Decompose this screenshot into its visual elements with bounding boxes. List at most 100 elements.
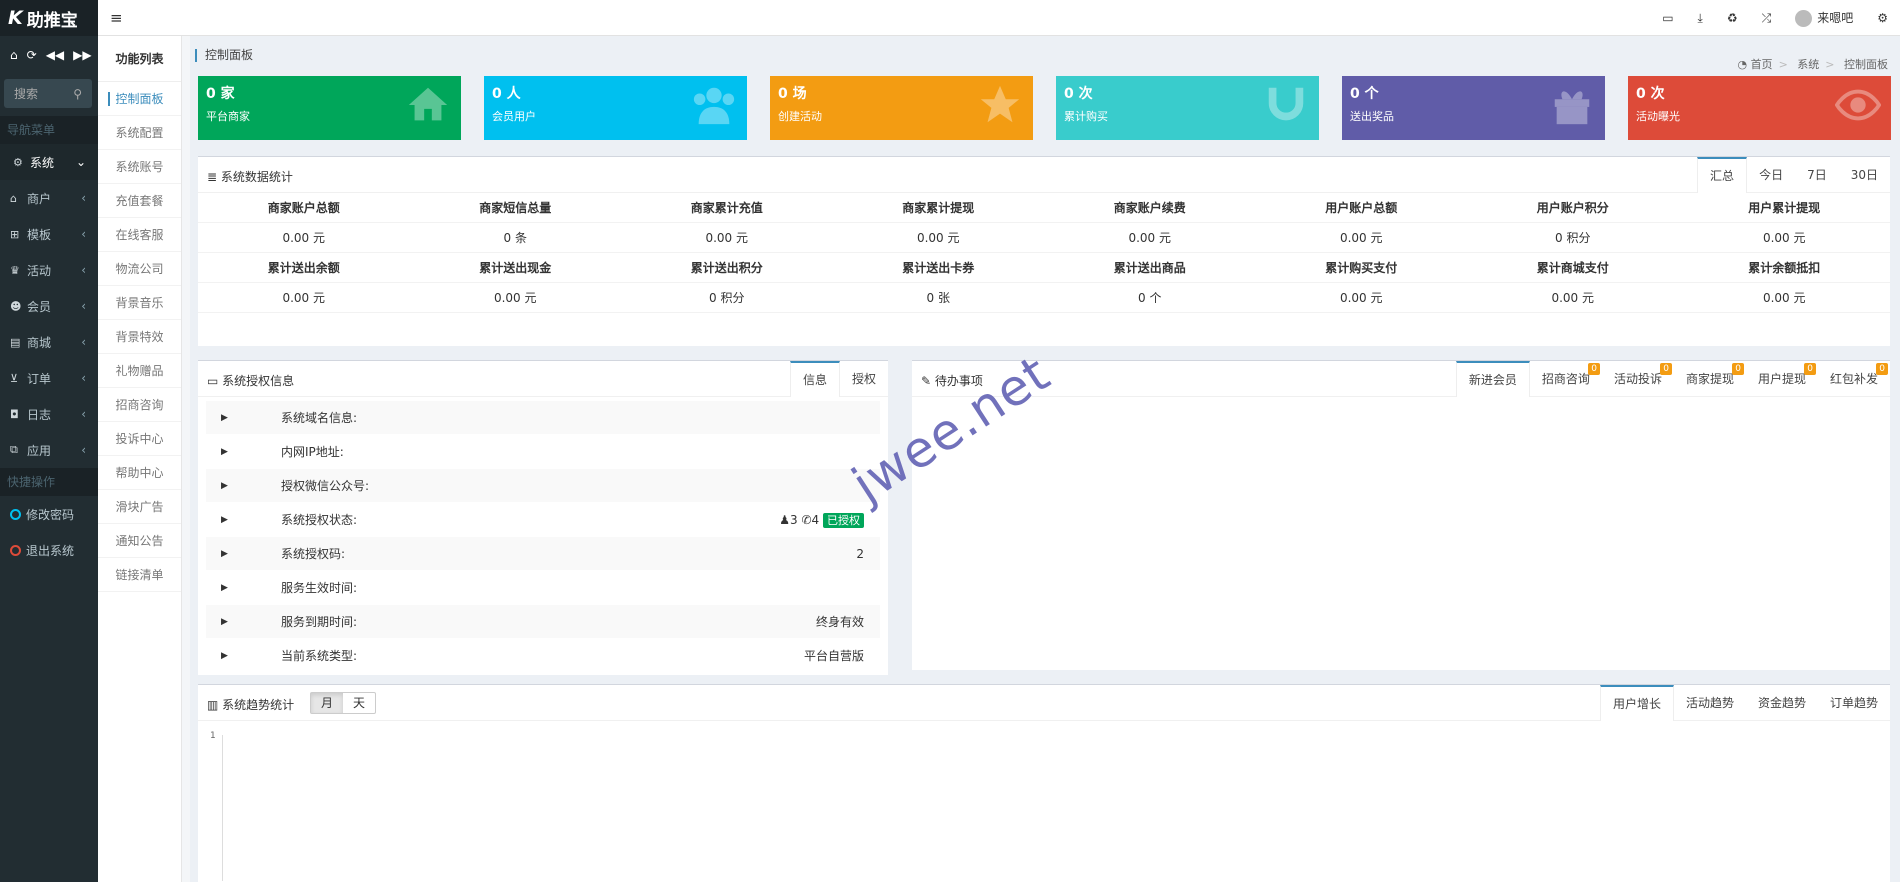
submenu-item[interactable]: 招商咨询 [98,388,181,422]
submenu-item[interactable]: 滑块广告 [98,490,181,524]
change-password-link[interactable]: 修改密码 [0,496,98,532]
caret-right-icon[interactable]: ▶ [221,617,228,627]
license-row[interactable]: ▶ 服务生效时间: [206,571,880,605]
sidebar-item-7[interactable]: ◘ 日志 ‹ [0,396,98,432]
todo-tab[interactable]: 活动投诉 0 [1602,361,1674,397]
stat-card[interactable]: 0 家平台商家 [198,76,461,140]
trend-tab[interactable]: 资金趋势 [1746,685,1818,721]
stat-card[interactable]: 0 次累计购买 [1056,76,1319,140]
card-label: 送出奖品 [1350,110,1394,123]
breadcrumb-system[interactable]: 系统 [1797,58,1819,71]
license-row[interactable]: ▶ 内网IP地址: [206,435,880,469]
stats-tab[interactable]: 今日 [1747,157,1795,193]
stats-tab[interactable]: 30日 [1839,157,1890,193]
sidebar-item-3[interactable]: ♛ 活动 ‹ [0,252,98,288]
sidebar-item-2[interactable]: ⊞ 模板 ‹ [0,216,98,252]
submenu-item[interactable]: 投诉中心 [98,422,181,456]
pencil-icon: ✎ [921,374,932,388]
sidebar-item-6[interactable]: ⊻ 订单 ‹ [0,360,98,396]
stats-tab[interactable]: 7日 [1795,157,1839,193]
submenu-item[interactable]: 系统配置 [98,116,181,150]
stat-card[interactable]: 0 个送出奖品 [1342,76,1605,140]
license-row[interactable]: ▶ 授权微信公众号: [206,469,880,503]
caret-right-icon[interactable]: ▶ [221,651,228,661]
sidebar-item-0[interactable]: ⚙ 系统 ⌄ [0,144,98,180]
stat-value: 0.00 元 [493,291,537,305]
submenu-item[interactable]: 通知公告 [98,524,181,558]
card-value: 0 家 [206,86,235,102]
refresh-icon[interactable]: ⟳ [27,48,37,70]
submenu-item[interactable]: 礼物赠品 [98,354,181,388]
submenu-item[interactable]: 背景特效 [98,320,181,354]
gift-icon [1549,82,1595,128]
submenu-item[interactable]: 背景音乐 [98,286,181,320]
stat-value: 0.00 元 [282,231,326,245]
submenu-item[interactable]: 在线客服 [98,218,181,252]
trend-tab[interactable]: 订单趋势 [1818,685,1890,721]
submenu-item[interactable]: 充值套餐 [98,184,181,218]
todo-tab[interactable]: 招商咨询 0 [1530,361,1602,397]
download-icon[interactable]: ⤓ [1698,11,1703,26]
stat-card[interactable]: 0 人会员用户 [484,76,747,140]
menu-toggle-icon[interactable]: ≡ [110,9,123,27]
stat-header: 累计购买支付 [1325,261,1398,275]
todo-tab[interactable]: 商家提现 0 [1674,361,1746,397]
search-input[interactable]: 搜索 [14,85,38,102]
license-row[interactable]: ▶ 当前系统类型: 平台自营版 [206,639,880,673]
stat-card[interactable]: 0 场创建活动 [770,76,1033,140]
caret-right-icon[interactable]: ▶ [221,447,228,457]
monitor-icon[interactable]: ▭ [1662,11,1673,25]
submenu-item[interactable]: 物流公司 [98,252,181,286]
search-icon[interactable]: ⚲ [73,87,82,101]
logo[interactable]: K 助推宝 [0,0,98,36]
shuffle-icon[interactable]: ⤮ [1762,11,1772,26]
home-icon[interactable]: ⌂ [10,48,18,70]
license-row[interactable]: ▶ 系统授权状态: ♟3 ✆4 已授权 [206,503,880,537]
caret-right-icon[interactable]: ▶ [221,583,228,593]
submenu-item[interactable]: 控制面板 [98,82,181,116]
license-tab[interactable]: 授权 [840,361,888,397]
tab-label: 授权 [851,372,876,386]
stats-tab[interactable]: 汇总 [1697,157,1748,193]
license-value: ♟3 ✆4 已授权 [779,512,864,528]
back-icon[interactable]: ◀◀ [46,48,64,70]
logout-link[interactable]: 退出系统 [0,532,98,568]
caret-right-icon[interactable]: ▶ [221,549,228,559]
recycle-icon[interactable]: ♻ [1727,11,1738,25]
sidebar-item-4[interactable]: ☻ 会员 ‹ [0,288,98,324]
sidebar: K 助推宝 ⌂ ⟳ ◀◀ ▶▶ 搜索 ⚲ 导航菜单 ⚙ 系统 ⌄ ⌂ 商户 ‹ ⊞ 模板 ‹ ♛ 活… [0,0,98,882]
stat-header: 累计送出余额 [267,261,340,275]
submenu-item[interactable]: 帮助中心 [98,456,181,490]
tab-label: 7日 [1807,168,1827,182]
settings-icon[interactable]: ⚙ [1877,11,1888,25]
topbar: ≡ ▭ ⤓ ♻ ⤮ 来嗯吧 ⚙ [98,0,1900,36]
sidebar-search[interactable]: 搜索 ⚲ [4,79,92,108]
period-month-button[interactable]: 月 [311,693,344,713]
caret-right-icon[interactable]: ▶ [221,515,228,525]
trend-tab[interactable]: 活动趋势 [1674,685,1746,721]
todo-tab[interactable]: 用户提现 0 [1746,361,1818,397]
caret-right-icon[interactable]: ▶ [221,413,228,423]
todo-tab[interactable]: 红包补发 0 [1818,361,1890,397]
chart-axis [222,735,223,881]
sidebar-item-8[interactable]: ⧉ 应用 ‹ [0,432,98,468]
license-row[interactable]: ▶ 系统域名信息: [206,401,880,435]
function-list: 功能列表 控制面板 系统配置 系统账号 充值套餐 在线客服 物流公司 背景音乐 背景特效 礼物赠… [98,36,182,882]
todo-tab[interactable]: 新进会员 [1455,361,1530,397]
license-tab[interactable]: 信息 [789,361,840,397]
stat-card[interactable]: 0 次活动曝光 [1628,76,1891,140]
tab-badge: 0 [1876,363,1888,375]
license-row[interactable]: ▶ 系统授权码: 2 [206,537,880,571]
sidebar-item-5[interactable]: ▤ 商城 ‹ [0,324,98,360]
submenu-item[interactable]: 链接清单 [98,558,181,592]
sidebar-item-label: 系统 [30,155,55,170]
caret-right-icon[interactable]: ▶ [221,481,228,491]
sidebar-item-1[interactable]: ⌂ 商户 ‹ [0,180,98,216]
submenu-item[interactable]: 系统账号 [98,150,181,184]
forward-icon[interactable]: ▶▶ [73,48,91,70]
user-menu[interactable]: 来嗯吧 [1795,9,1853,27]
period-day-button[interactable]: 天 [343,693,375,713]
license-row[interactable]: ▶ 服务到期时间: 终身有效 [206,605,880,639]
breadcrumb-home[interactable]: 首页 [1751,58,1773,71]
trend-tab[interactable]: 用户增长 [1599,685,1674,721]
